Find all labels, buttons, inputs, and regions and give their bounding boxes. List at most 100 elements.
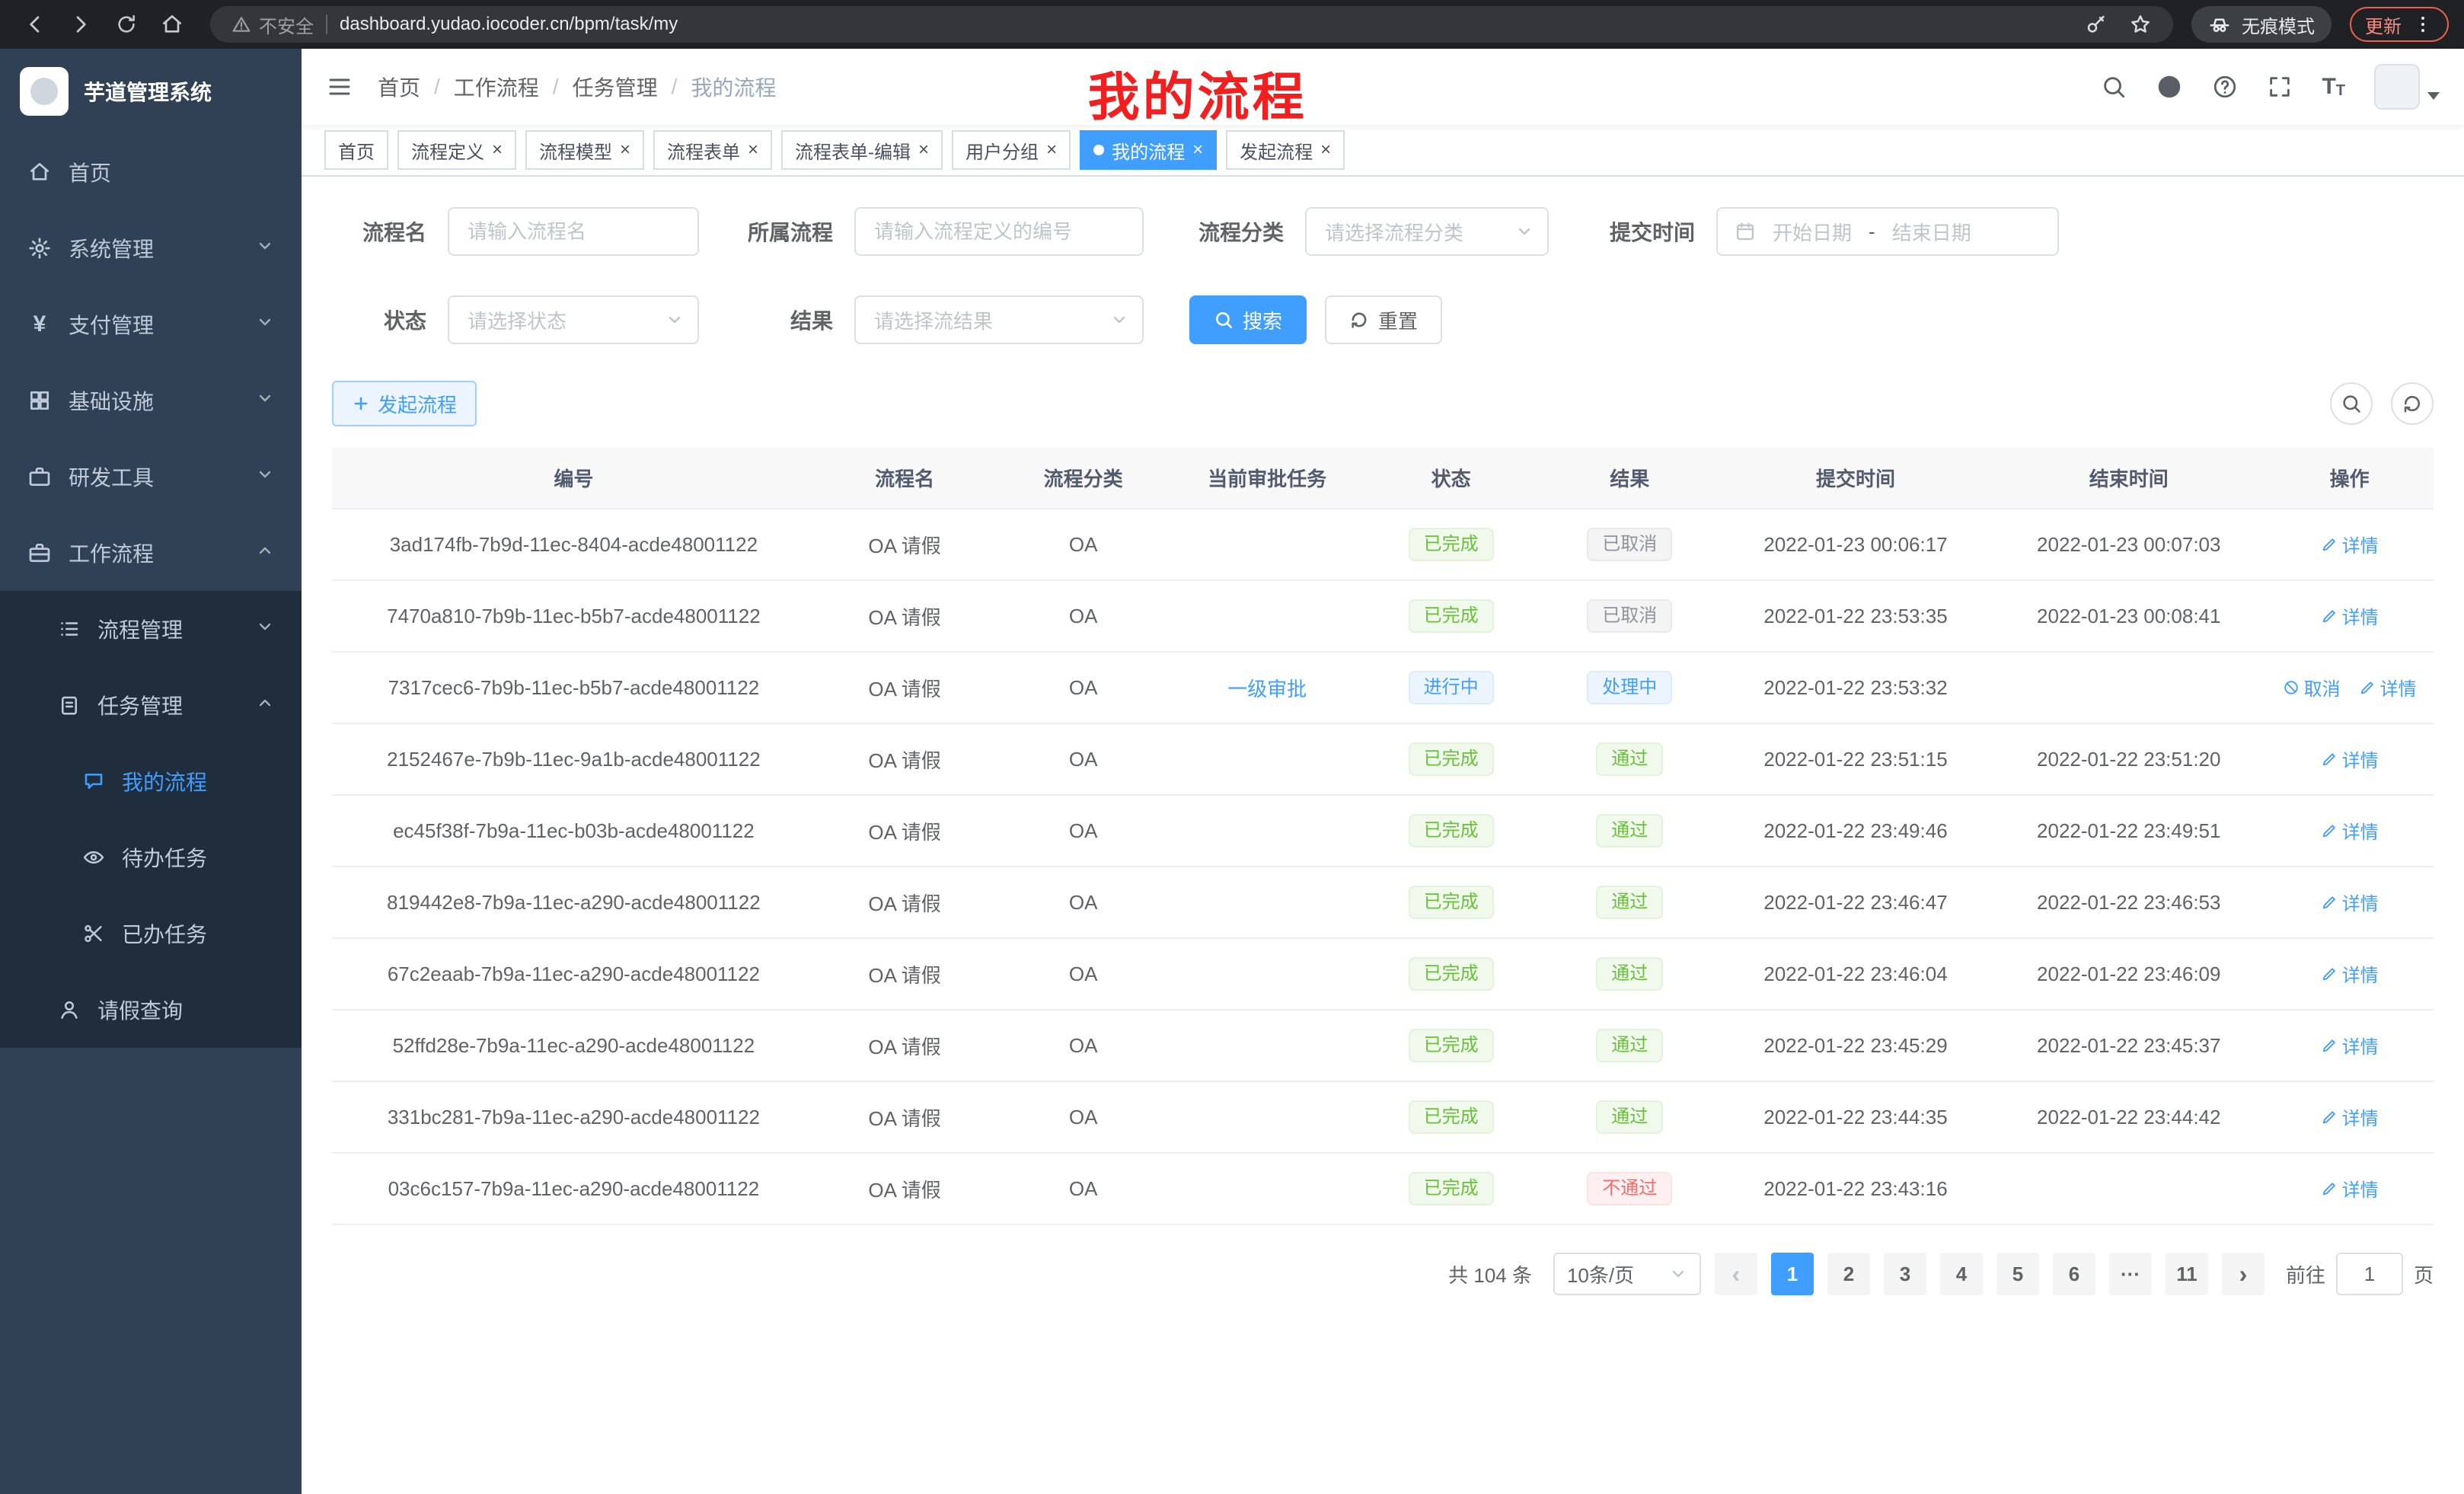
search-button[interactable]: 搜索 <box>1189 295 1307 344</box>
detail-link[interactable]: 详情 <box>2321 1103 2379 1130</box>
search-button-label: 搜索 <box>1243 306 1282 334</box>
briefcase-icon <box>27 541 52 565</box>
tab-home[interactable]: 首页 <box>324 130 388 170</box>
font-size-icon[interactable]: TT <box>2322 74 2345 100</box>
github-icon[interactable] <box>2156 73 2183 101</box>
tab-user-group[interactable]: 用户分组× <box>952 130 1071 170</box>
detail-link[interactable]: 详情 <box>2321 960 2379 987</box>
kebab-menu-icon[interactable] <box>2412 14 2434 35</box>
prev-page-button[interactable]: ‹ <box>1715 1253 1757 1295</box>
cancel-link[interactable]: 取消 <box>2283 674 2341 701</box>
page-size-select[interactable]: 10条/页 <box>1553 1253 1701 1295</box>
sidebar-item-workflow[interactable]: 工作流程 <box>0 515 302 591</box>
close-icon[interactable]: × <box>1046 141 1057 159</box>
sidebar-item-system[interactable]: 系统管理 <box>0 210 302 286</box>
browser-chrome: 不安全 dashboard.yudao.iocoder.cn/bpm/task/… <box>0 0 2464 49</box>
help-icon[interactable] <box>2212 74 2238 100</box>
avatar[interactable] <box>2374 64 2420 110</box>
col-process-name: 流程名 <box>815 448 994 509</box>
status-select[interactable]: 请选择状态 <box>448 295 699 344</box>
page-button-4[interactable]: 4 <box>1940 1253 1983 1295</box>
home-button[interactable] <box>152 5 192 44</box>
page-button-5[interactable]: 5 <box>1996 1253 2039 1295</box>
close-icon[interactable]: × <box>620 141 630 159</box>
detail-link[interactable]: 详情 <box>2321 531 2379 557</box>
close-icon[interactable]: × <box>492 141 503 159</box>
security-warning[interactable]: 不安全 <box>231 11 314 38</box>
sidebar-item-task-mgmt[interactable]: 任务管理 <box>0 667 302 743</box>
sidebar-item-payment[interactable]: ¥ 支付管理 <box>0 286 302 362</box>
refresh-table-button[interactable] <box>2391 382 2434 425</box>
toggle-search-button[interactable] <box>2330 382 2373 425</box>
detail-link[interactable]: 详情 <box>2321 745 2379 772</box>
close-icon[interactable]: × <box>1320 141 1331 159</box>
category-select[interactable]: 请选择流程分类 <box>1305 207 1549 256</box>
page-button-6[interactable]: 6 <box>2053 1253 2095 1295</box>
next-page-button[interactable]: › <box>2222 1253 2265 1295</box>
hamburger-icon[interactable] <box>302 49 378 125</box>
detail-link[interactable]: 详情 <box>2321 1032 2379 1058</box>
row-current-task <box>1173 1153 1361 1224</box>
key-icon[interactable] <box>2085 13 2108 36</box>
close-icon[interactable]: × <box>748 141 758 159</box>
row-id: 331bc281-7b9a-11ec-a290-acde48001122 <box>332 1081 815 1153</box>
row-end-time: 2022-01-23 00:08:41 <box>1992 580 2265 652</box>
detail-link[interactable]: 详情 <box>2321 817 2379 844</box>
process-name-input[interactable] <box>448 207 699 256</box>
breadcrumb-home[interactable]: 首页 <box>378 72 420 102</box>
result-select[interactable]: 请选择流结果 <box>854 295 1144 344</box>
goto-page-input[interactable] <box>2336 1253 2403 1295</box>
search-icon[interactable] <box>2101 74 2127 100</box>
page-button-1[interactable]: 1 <box>1771 1253 1814 1295</box>
sidebar-item-devtools[interactable]: 研发工具 <box>0 439 302 515</box>
sidebar-item-done-tasks[interactable]: 已办任务 <box>0 895 302 972</box>
page-ellipsis[interactable]: ··· <box>2109 1253 2152 1295</box>
page-button-11[interactable]: 11 <box>2166 1253 2208 1295</box>
back-button[interactable] <box>15 5 55 44</box>
sidebar-item-home[interactable]: 首页 <box>0 134 302 210</box>
tab-process-model[interactable]: 流程模型× <box>525 130 644 170</box>
sidebar-item-process-mgmt[interactable]: 流程管理 <box>0 591 302 667</box>
submit-time-range-picker[interactable]: 开始日期 - 结束日期 <box>1716 207 2059 256</box>
close-icon[interactable]: × <box>918 141 929 159</box>
close-icon[interactable]: × <box>1192 141 1203 159</box>
detail-link[interactable]: 详情 <box>2321 889 2379 915</box>
sidebar-item-infra[interactable]: 基础设施 <box>0 362 302 439</box>
create-process-button[interactable]: 发起流程 <box>332 381 477 426</box>
page-button-2[interactable]: 2 <box>1827 1253 1870 1295</box>
page-size-value: 10条/页 <box>1567 1260 1634 1288</box>
row-result: 已取消 <box>1540 580 1719 652</box>
detail-link[interactable]: 详情 <box>2321 1175 2379 1202</box>
fullscreen-icon[interactable] <box>2267 74 2293 100</box>
tab-my-process[interactable]: 我的流程× <box>1080 130 1217 170</box>
forward-button[interactable] <box>61 5 101 44</box>
page-button-3[interactable]: 3 <box>1884 1253 1926 1295</box>
reset-button[interactable]: 重置 <box>1325 295 1442 344</box>
row-id: 819442e8-7b9a-11ec-a290-acde48001122 <box>332 867 815 938</box>
tab-start-process[interactable]: 发起流程× <box>1226 130 1345 170</box>
breadcrumb-task-mgmt[interactable]: 任务管理 <box>573 72 658 102</box>
sidebar-item-my-process[interactable]: 我的流程 <box>0 743 302 819</box>
user-menu[interactable] <box>2374 64 2440 110</box>
row-category: OA <box>994 867 1173 938</box>
process-def-input[interactable] <box>854 207 1144 256</box>
detail-link[interactable]: 详情 <box>2321 602 2379 629</box>
address-bar[interactable]: 不安全 dashboard.yudao.iocoder.cn/bpm/task/… <box>210 6 2173 43</box>
star-icon[interactable] <box>2129 13 2152 36</box>
current-task-link[interactable]: 一级审批 <box>1227 678 1307 701</box>
tab-process-form[interactable]: 流程表单× <box>653 130 772 170</box>
tab-process-form-edit[interactable]: 流程表单-编辑× <box>781 130 943 170</box>
incognito-label: 无痕模式 <box>2242 11 2315 38</box>
sidebar-item-leave-query[interactable]: 请假查询 <box>0 972 302 1048</box>
sidebar-item-todo-tasks[interactable]: 待办任务 <box>0 819 302 895</box>
app-logo[interactable]: 芋道管理系统 <box>0 49 302 134</box>
breadcrumb-workflow[interactable]: 工作流程 <box>454 72 539 102</box>
tab-process-definition[interactable]: 流程定义× <box>397 130 516 170</box>
detail-link[interactable]: 详情 <box>2359 674 2417 701</box>
end-date-placeholder: 结束日期 <box>1892 218 1971 246</box>
reload-button[interactable] <box>107 5 146 44</box>
row-submit-time: 2022-01-23 00:06:17 <box>1719 509 1993 580</box>
row-category: OA <box>994 1153 1173 1224</box>
row-id: 7470a810-7b9b-11ec-b5b7-acde48001122 <box>332 580 815 652</box>
update-button[interactable]: 更新 <box>2350 7 2449 42</box>
